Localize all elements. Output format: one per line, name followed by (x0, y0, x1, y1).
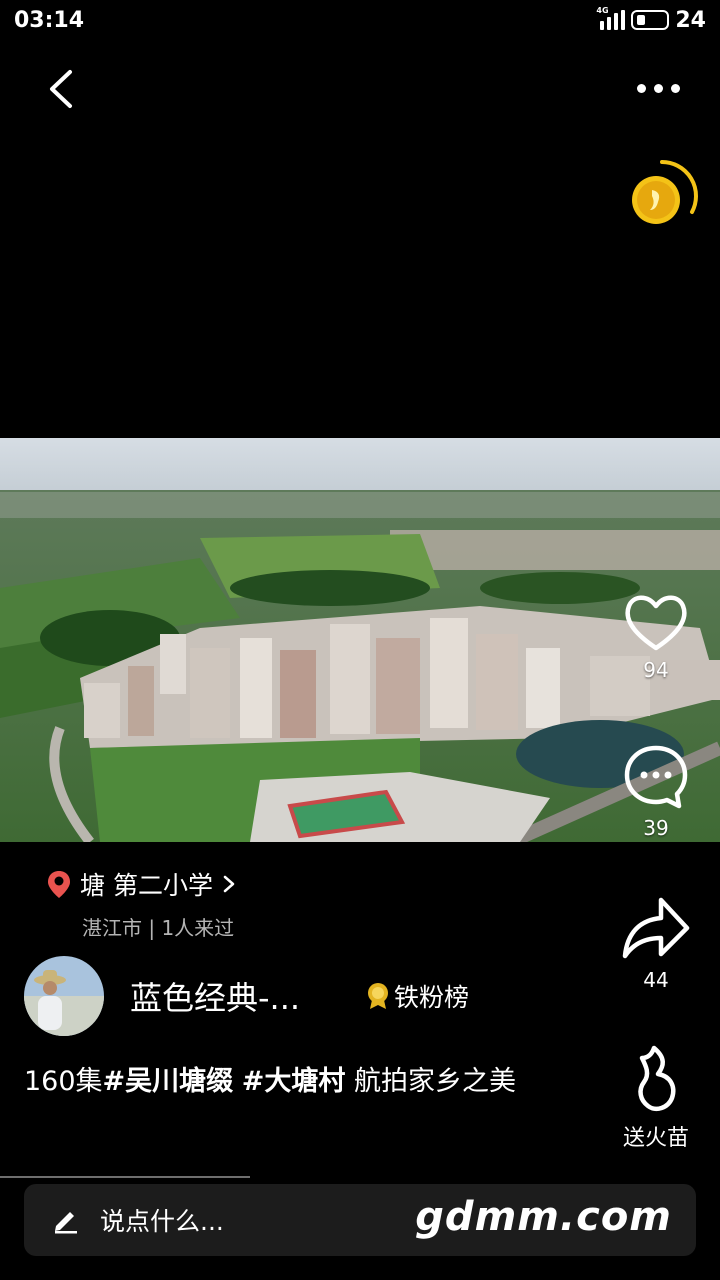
edit-icon (55, 1212, 77, 1234)
caption-hashtag-1[interactable]: #吴川塘缀 (103, 1066, 234, 1097)
location-name: 塘 第二小学 (80, 871, 213, 900)
share-icon (622, 897, 690, 959)
more-icon (636, 83, 646, 93)
location-tag[interactable]: 塘 第二小学 湛江市 | 1人来过 (46, 866, 286, 941)
comment-placeholder: 说点什么... (100, 1207, 224, 1236)
video-caption: 160集#吴川塘缀 #大塘村 航拍家乡之美 (24, 1062, 564, 1102)
watermark: gdmm.com (415, 1194, 672, 1240)
author-row: 蓝色经典-... 铁粉榜 (24, 956, 604, 1036)
fan-ranking-label: 铁粉榜 (394, 983, 470, 1012)
status-indicators: 4G 24 (596, 6, 706, 33)
caption-hashtag-2[interactable]: #大塘村 (242, 1066, 346, 1097)
send-flame-label: 送火苗 (622, 1126, 689, 1151)
status-bar: 03:14 4G 24 (0, 0, 720, 40)
comment-count: 39 (643, 816, 669, 840)
author-name[interactable]: 蓝色经典-... (130, 973, 350, 1019)
location-subtitle: 湛江市 | 1人来过 (82, 916, 235, 940)
signal-icon: 4G (596, 6, 626, 30)
location-pin-icon (48, 871, 70, 898)
caption-text: 航拍家乡之美 (345, 1066, 516, 1097)
comment-input[interactable]: 说点什么... gdmm.com (24, 1184, 696, 1256)
coin-reward-button[interactable] (622, 156, 702, 236)
back-icon (50, 70, 72, 108)
network-type: 4G (596, 6, 609, 15)
back-button[interactable] (40, 64, 84, 114)
flame-icon (638, 1045, 676, 1111)
share-button[interactable]: 44 (606, 894, 706, 992)
avatar-image (24, 956, 104, 1036)
like-count: 94 (643, 658, 669, 682)
like-button[interactable]: 94 (606, 590, 706, 682)
comment-button[interactable]: 39 (606, 742, 706, 840)
battery-level: 24 (675, 7, 706, 33)
heart-icon (625, 595, 687, 651)
avatar[interactable] (24, 956, 104, 1036)
battery-icon (631, 10, 670, 30)
send-flame-button[interactable]: 送火苗 (606, 1044, 706, 1152)
fan-ranking-badge[interactable]: 铁粉榜 (366, 978, 469, 1014)
medal-icon (368, 983, 388, 1009)
chevron-right-icon (223, 875, 235, 893)
comment-icon (624, 745, 688, 809)
share-count: 44 (643, 968, 669, 992)
progress-divider (0, 1176, 250, 1178)
more-button[interactable] (628, 70, 688, 106)
caption-prefix: 160集 (24, 1066, 103, 1097)
status-time: 03:14 (14, 7, 85, 33)
coin-icon (632, 160, 698, 224)
